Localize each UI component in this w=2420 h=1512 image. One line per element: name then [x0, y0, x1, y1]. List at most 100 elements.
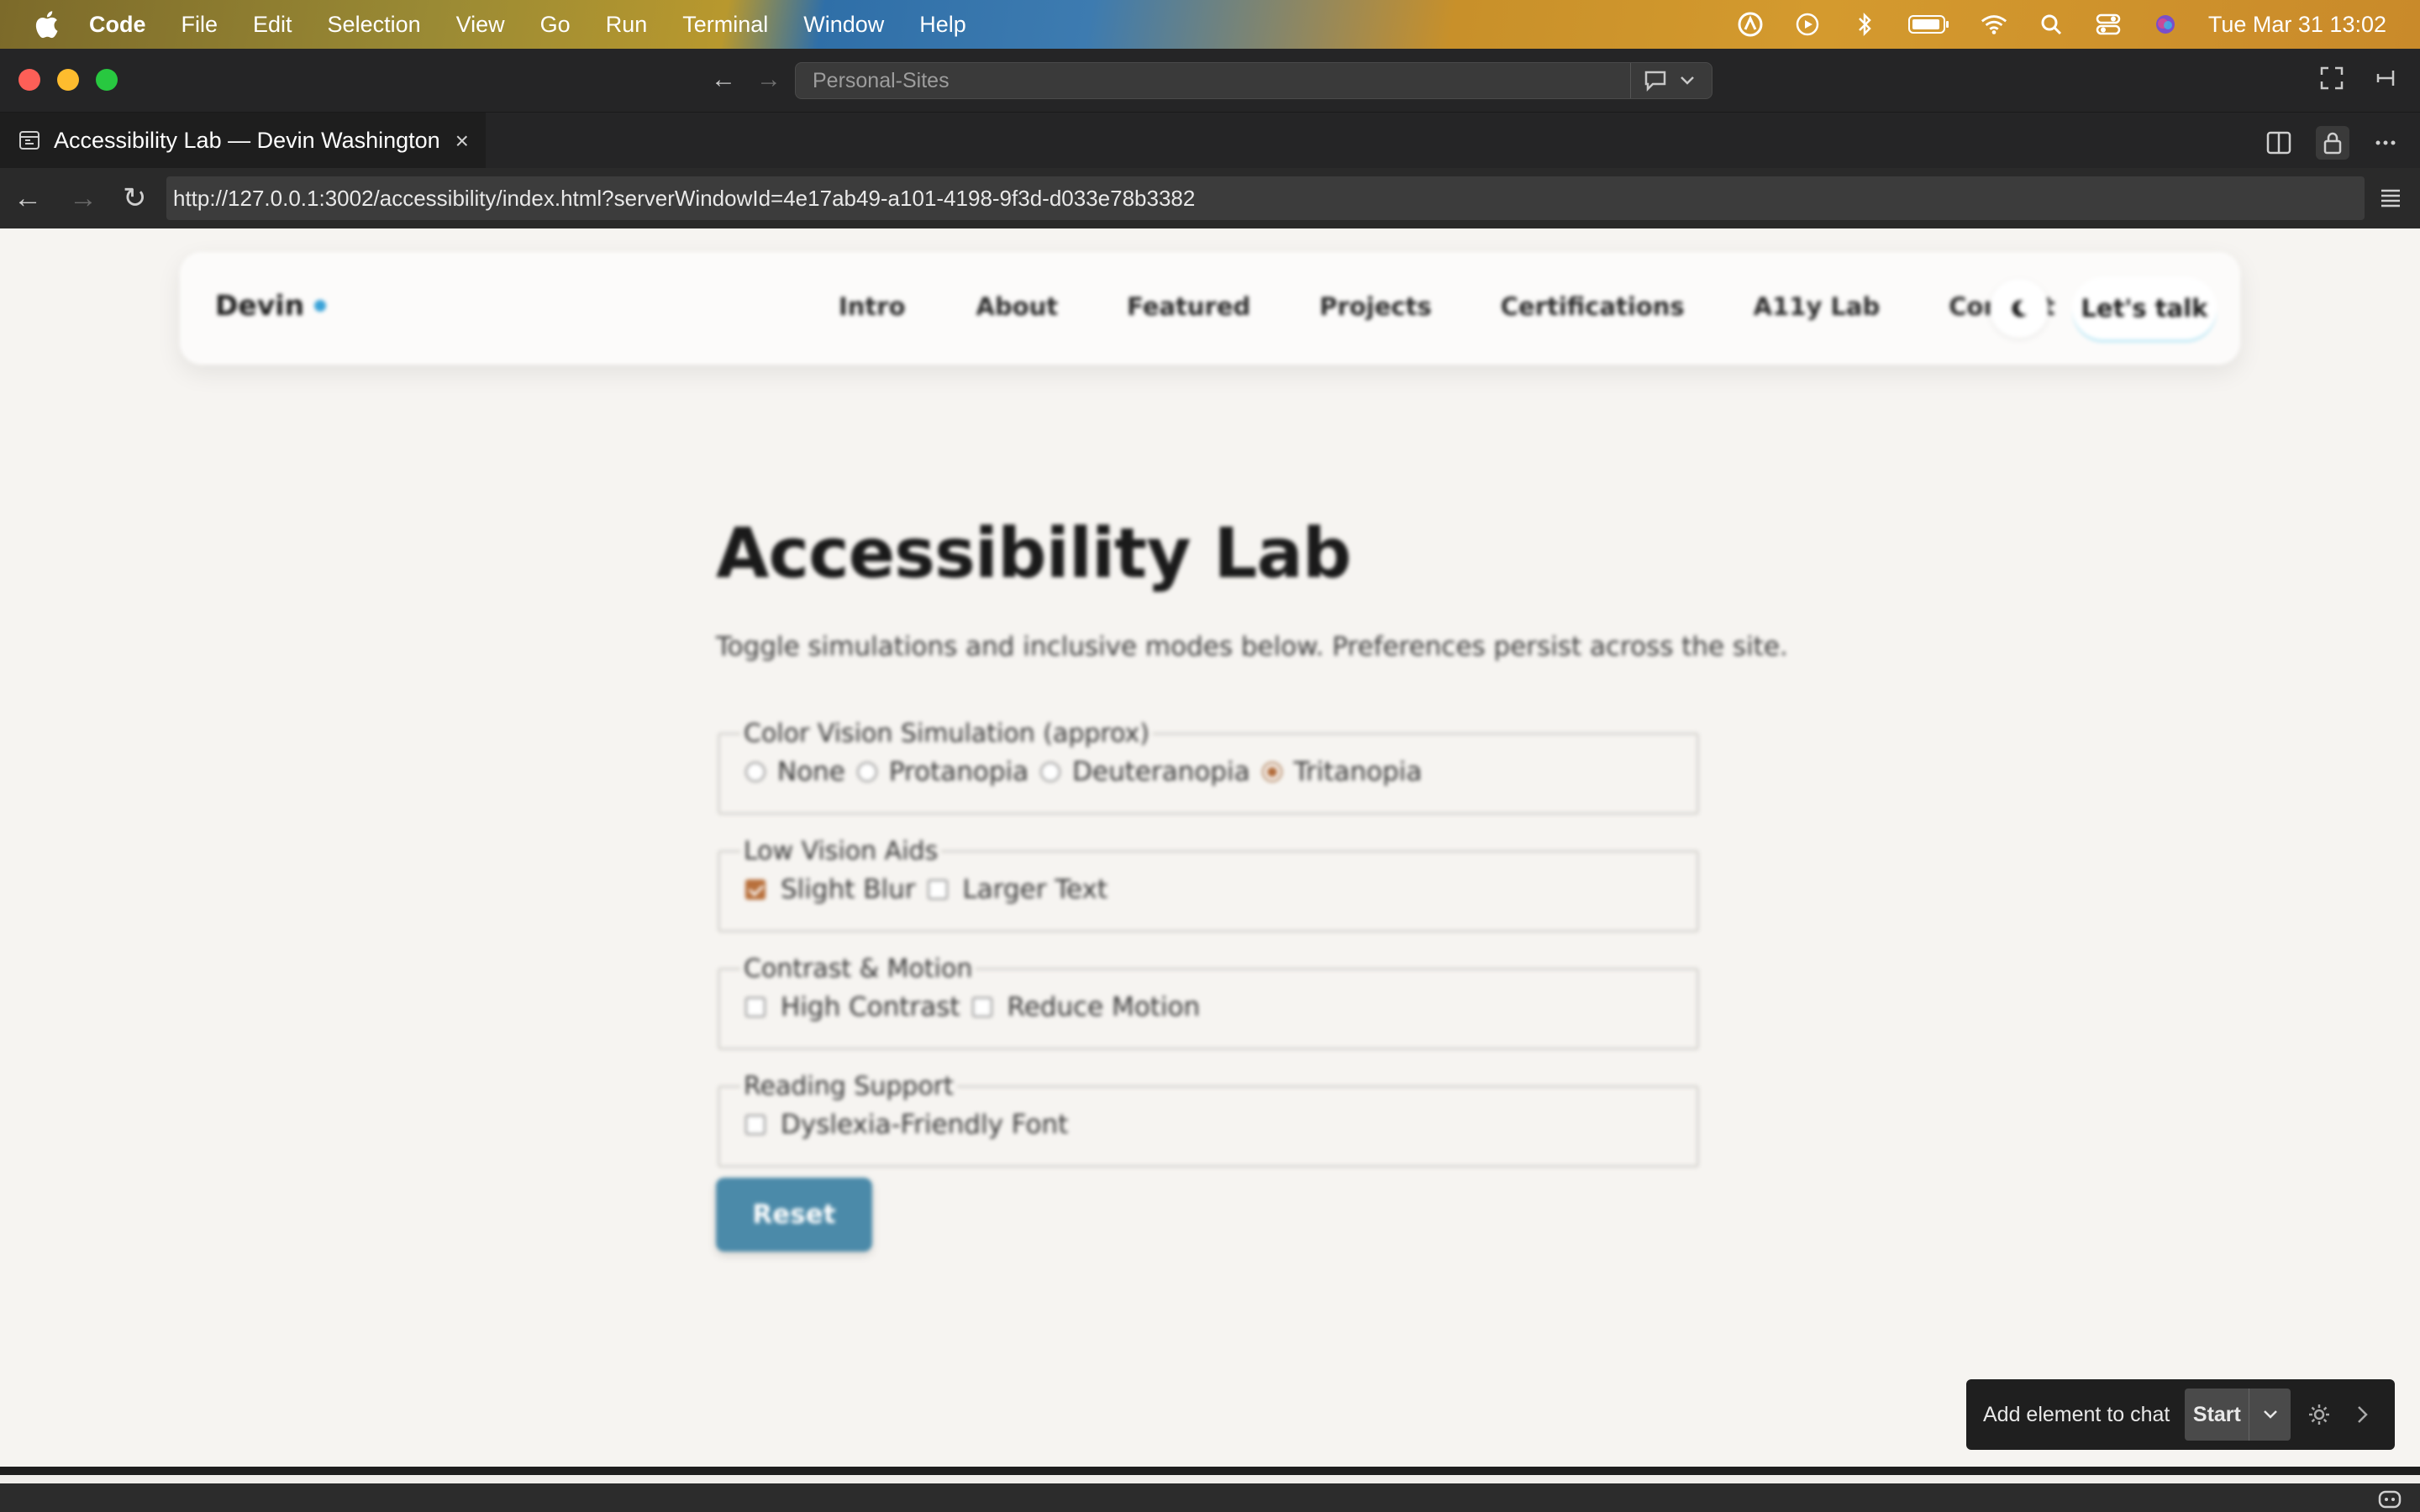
checkbox[interactable] — [971, 997, 992, 1017]
option-label: None — [777, 757, 845, 787]
control-center-icon[interactable] — [2094, 10, 2123, 39]
window-title-bar: ← → Personal-Sites — [0, 49, 2420, 113]
checkbox[interactable] — [745, 997, 765, 1017]
close-window-button[interactable] — [18, 69, 40, 91]
tab-accessibility-lab[interactable]: Accessibility Lab — Devin Washington × — [0, 113, 486, 168]
chevron-right-icon[interactable] — [2356, 1404, 2370, 1425]
option-label: Reduce Motion — [1007, 992, 1201, 1022]
radio-option-protanopia[interactable]: Protanopia — [856, 757, 1029, 787]
contrast-motion-fieldset: Contrast & Motion High Contrast Reduce M… — [718, 954, 1699, 1050]
lock-button[interactable] — [2316, 126, 2349, 160]
start-dropdown[interactable] — [2249, 1389, 2291, 1441]
menu-view[interactable]: View — [456, 12, 505, 38]
moon-icon — [2012, 300, 2027, 318]
nav-link-about[interactable]: About — [976, 292, 1059, 321]
browser-back-icon[interactable]: ← — [13, 183, 42, 213]
editor-tab-bar: Accessibility Lab — Devin Washington × — [0, 113, 2420, 168]
radio-button[interactable] — [856, 762, 877, 782]
radio-option-tritanopia[interactable]: Tritanopia — [1261, 757, 1422, 787]
menu-window[interactable]: Window — [803, 12, 884, 38]
color-vision-fieldset: Color Vision Simulation (approx) None Pr… — [718, 719, 1699, 815]
pin-icon[interactable] — [2373, 66, 2398, 91]
nav-link-projects[interactable]: Projects — [1319, 292, 1431, 321]
menu-edit[interactable]: Edit — [253, 12, 292, 38]
checkbox-option-dyslexia-font[interactable]: Dyslexia-Friendly Font — [745, 1110, 1068, 1140]
web-page-viewport: Devin Intro About Featured Projects Cert… — [0, 228, 2420, 1467]
menu-run[interactable]: Run — [606, 12, 648, 38]
radio-button-selected[interactable] — [1261, 762, 1282, 782]
chat-toggle[interactable] — [1630, 63, 1695, 98]
more-actions-icon[interactable] — [2373, 130, 2398, 155]
start-button[interactable]: Start — [2185, 1403, 2249, 1427]
titlebar-actions — [2319, 66, 2398, 91]
reading-support-fieldset: Reading Support Dyslexia-Friendly Font — [718, 1072, 1699, 1168]
start-split-button: Start — [2185, 1389, 2291, 1441]
tab-close-icon[interactable]: × — [455, 128, 469, 155]
spotlight-search-icon[interactable] — [2037, 10, 2065, 39]
fullscreen-icon[interactable] — [2319, 66, 2344, 91]
menu-file[interactable]: File — [182, 12, 218, 38]
command-center-label: Personal-Sites — [813, 69, 950, 92]
fieldset-legend: Contrast & Motion — [744, 954, 973, 984]
wifi-icon[interactable] — [1980, 10, 2008, 39]
option-label: Protanopia — [888, 757, 1029, 787]
battery-icon[interactable] — [1907, 10, 1951, 39]
menu-app-name[interactable]: Code — [89, 12, 146, 38]
accessibility-status-icon[interactable] — [1736, 10, 1765, 39]
lets-talk-button[interactable]: Let's talk — [2072, 277, 2217, 339]
checkbox-option-reduce-motion[interactable]: Reduce Motion — [971, 992, 1201, 1022]
blurred-page: Devin Intro About Featured Projects Cert… — [0, 228, 2420, 1467]
add-element-label: Add element to chat — [1983, 1402, 2170, 1426]
nav-link-certifications[interactable]: Certifications — [1501, 292, 1685, 321]
page-description: Toggle simulations and inclusive modes b… — [716, 632, 1788, 662]
gear-icon[interactable] — [2307, 1403, 2331, 1426]
radio-button[interactable] — [745, 762, 765, 782]
menu-selection[interactable]: Selection — [328, 12, 421, 38]
bluetooth-icon[interactable] — [1850, 10, 1879, 39]
checkbox-option-slight-blur[interactable]: Slight Blur — [745, 874, 916, 905]
site-nav-links: Intro About Featured Projects Certificat… — [839, 292, 2055, 321]
macos-menu-bar: Code File Edit Selection View Go Run Ter… — [0, 0, 2420, 49]
copilot-icon[interactable] — [2376, 1487, 2403, 1510]
add-element-to-chat-panel: Add element to chat Start — [1966, 1379, 2395, 1450]
url-input[interactable]: http://127.0.0.1:3002/accessibility/inde… — [166, 176, 2365, 220]
site-navigation: Devin Intro About Featured Projects Cert… — [180, 252, 2240, 365]
menu-go[interactable]: Go — [540, 12, 571, 38]
menubar-clock[interactable]: Tue Mar 31 13:02 — [2208, 12, 2386, 38]
back-arrow-icon[interactable]: ← — [709, 66, 738, 94]
menu-help[interactable]: Help — [919, 12, 966, 38]
nav-link-intro[interactable]: Intro — [839, 292, 906, 321]
radio-option-deuteranopia[interactable]: Deuteranopia — [1040, 757, 1250, 787]
chevron-down-icon — [1681, 76, 1694, 85]
theme-toggle-button[interactable] — [1990, 279, 2049, 338]
option-label: High Contrast — [781, 992, 960, 1022]
hamburger-menu-icon[interactable] — [2378, 185, 2403, 210]
nav-link-featured[interactable]: Featured — [1127, 292, 1250, 321]
checkbox-option-high-contrast[interactable]: High Contrast — [745, 992, 960, 1022]
forward-arrow-icon[interactable]: → — [755, 66, 783, 94]
lock-icon — [2323, 132, 2342, 155]
zoom-window-button[interactable] — [96, 69, 118, 91]
low-vision-options: Slight Blur Larger Text — [745, 874, 1697, 905]
menu-terminal[interactable]: Terminal — [682, 12, 768, 38]
radio-button[interactable] — [1040, 762, 1061, 782]
checkbox[interactable] — [745, 1115, 765, 1135]
browser-forward-icon[interactable]: → — [69, 183, 97, 213]
fieldset-legend: Reading Support — [744, 1072, 954, 1101]
minimize-window-button[interactable] — [57, 69, 79, 91]
siri-icon[interactable] — [2151, 10, 2180, 39]
play-circle-icon[interactable] — [1793, 10, 1822, 39]
command-center-search[interactable]: Personal-Sites — [795, 62, 1712, 99]
site-brand[interactable]: Devin — [215, 289, 327, 322]
reset-button[interactable]: Reset — [716, 1178, 872, 1252]
reload-icon[interactable]: ↻ — [123, 183, 147, 213]
brand-name: Devin — [215, 289, 305, 322]
checkbox-option-larger-text[interactable]: Larger Text — [927, 874, 1108, 905]
apple-icon[interactable] — [34, 10, 59, 39]
split-editor-icon[interactable] — [2265, 129, 2292, 156]
nav-link-a11y-lab[interactable]: A11y Lab — [1754, 292, 1881, 321]
checkbox-checked[interactable] — [745, 879, 765, 900]
option-label: Larger Text — [962, 874, 1108, 905]
radio-option-none[interactable]: None — [745, 757, 845, 787]
checkbox[interactable] — [927, 879, 948, 900]
